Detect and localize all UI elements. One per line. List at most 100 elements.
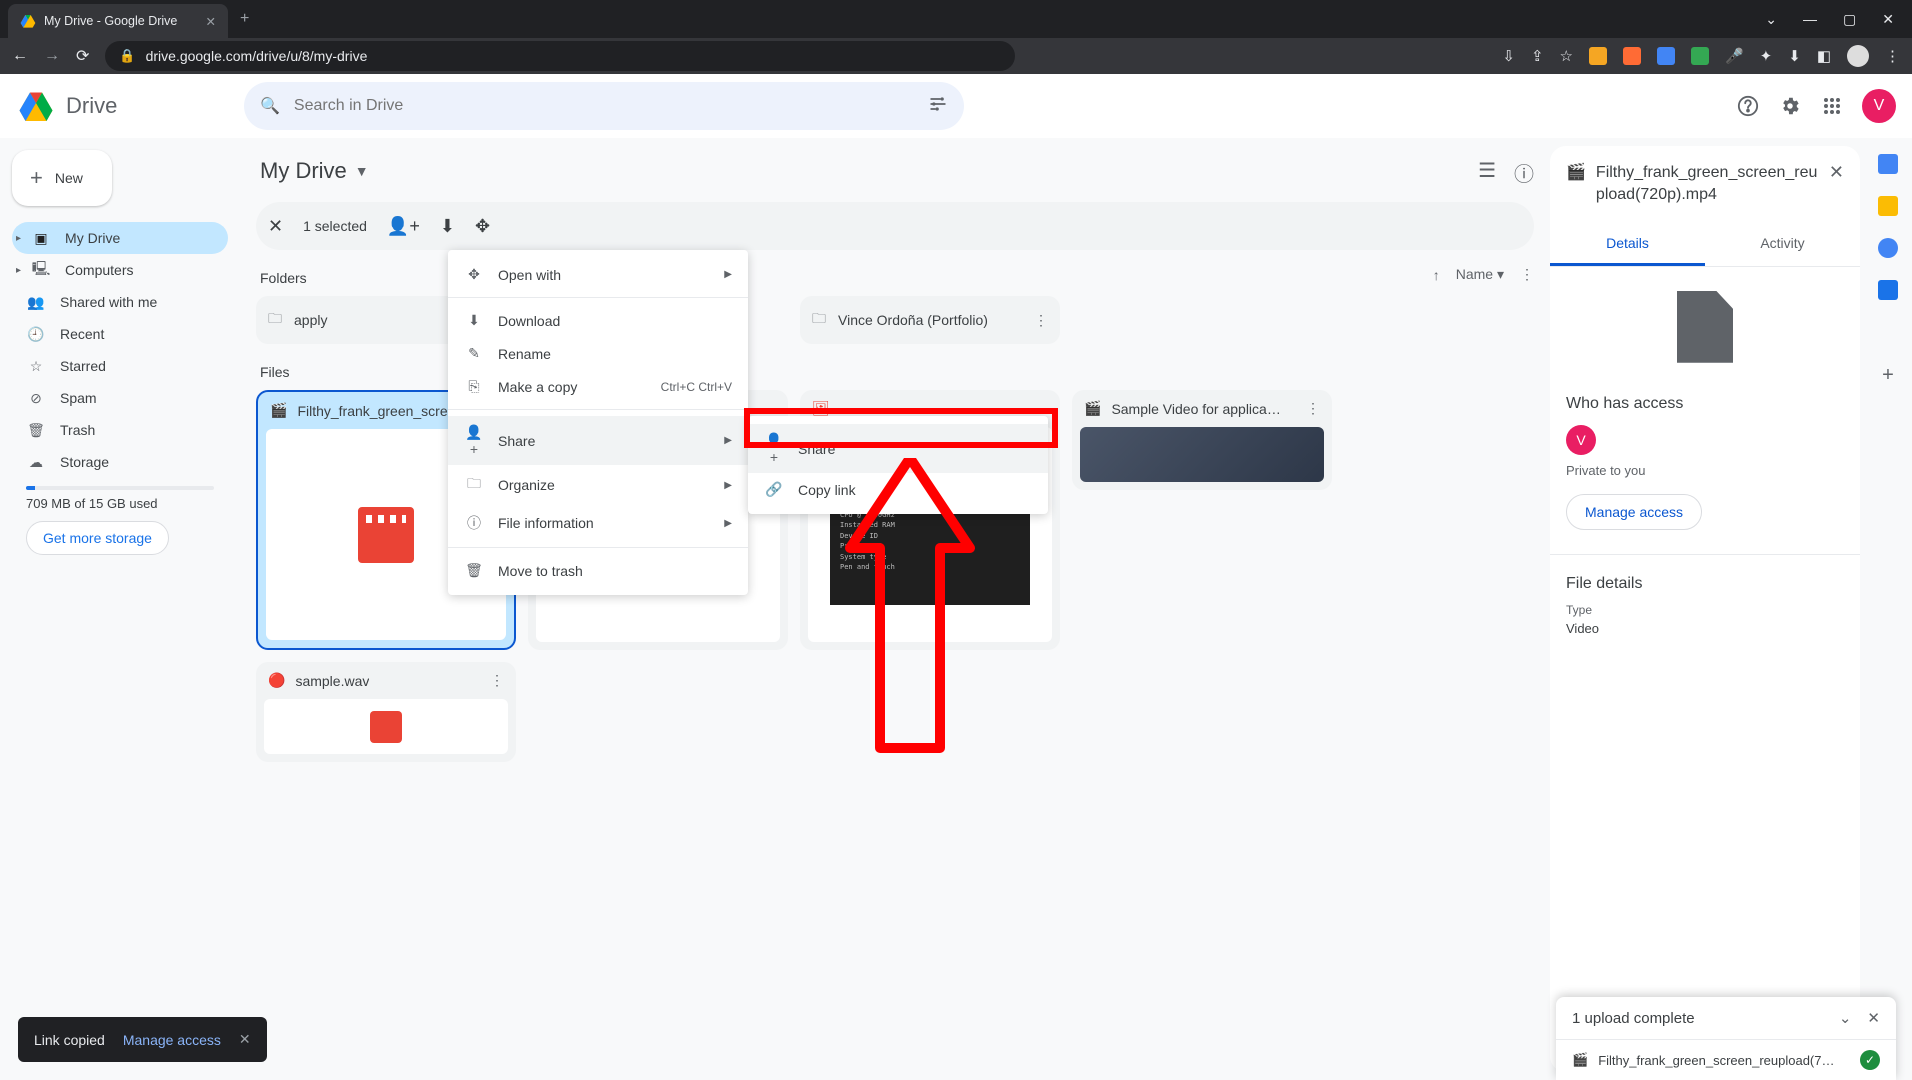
submenu-copy-link[interactable]: 🔗 Copy link (748, 473, 1048, 506)
details-tab[interactable]: Details (1550, 223, 1705, 266)
ctx-download[interactable]: ⬇ Download (448, 304, 748, 337)
folder-icon: 🗀 (812, 308, 826, 332)
drive-logo[interactable]: Drive (16, 88, 236, 124)
new-tab-button[interactable]: + (240, 10, 249, 28)
sidebar-item-recent[interactable]: 🕘 Recent (12, 318, 228, 350)
list-view-icon[interactable]: ☰ (1478, 158, 1496, 187)
download-icon: ⬇ (464, 312, 484, 329)
share-page-icon[interactable]: ⇪ (1531, 47, 1544, 65)
organize-icon: 🗀 (464, 473, 484, 497)
add-app-icon[interactable]: + (1882, 364, 1894, 387)
mic-icon[interactable]: 🎤 (1725, 47, 1744, 65)
tab-dropdown-icon[interactable]: ⌄ (1765, 11, 1777, 28)
details-preview (1550, 267, 1860, 387)
rename-icon: ✎ (464, 345, 484, 362)
search-options-icon[interactable] (928, 94, 948, 119)
move-icon[interactable]: ✥ (475, 216, 490, 237)
sidebar-item-trash[interactable]: 🗑 Trash (12, 414, 228, 446)
file-more-icon[interactable]: ⋮ (490, 672, 504, 689)
extensions-icon[interactable]: ✦ (1760, 47, 1773, 65)
share-icon[interactable]: 👤+ (387, 216, 420, 237)
folder-more-icon[interactable]: ⋮ (1034, 312, 1048, 329)
submenu-share[interactable]: 👤+ Share (748, 424, 1048, 473)
sort-direction-icon[interactable]: ↑ (1433, 267, 1440, 283)
close-upload-icon[interactable]: ✕ (1867, 1009, 1880, 1027)
url-text: drive.google.com/drive/u/8/my-drive (146, 48, 368, 64)
manage-access-button[interactable]: Manage access (1566, 494, 1702, 530)
spam-icon: ⊘ (26, 390, 46, 407)
file-card-audio[interactable]: 🔴 sample.wav ⋮ (256, 662, 516, 762)
collapse-upload-icon[interactable]: ⌄ (1839, 1009, 1852, 1027)
forward-button[interactable]: → (44, 47, 60, 65)
sidebar-item-computers[interactable]: ▸ 🖳 Computers (12, 254, 228, 286)
apps-icon[interactable] (1820, 94, 1844, 118)
sidebar-item-spam[interactable]: ⊘ Spam (12, 382, 228, 414)
sidebar-item-starred[interactable]: ☆ Starred (12, 350, 228, 382)
upload-title: 1 upload complete (1572, 1010, 1695, 1027)
search-input[interactable] (294, 97, 914, 115)
chrome-menu-icon[interactable]: ⋮ (1885, 47, 1900, 65)
calendar-app-icon[interactable] (1878, 154, 1898, 174)
ctx-move-to-trash[interactable]: 🗑 Move to trash (448, 554, 748, 587)
info-icon[interactable]: ⓘ (1514, 158, 1534, 187)
download-icon[interactable]: ⬇ (440, 216, 455, 237)
extension-icon[interactable] (1589, 47, 1607, 65)
details-filename: Filthy_frank_green_screen_reupload(720p)… (1596, 162, 1819, 207)
sidebar-item-shared[interactable]: 👥 Shared with me (12, 286, 228, 318)
file-card-video[interactable]: 🎬 Sample Video for application ⋮ (1072, 390, 1332, 490)
ctx-share[interactable]: 👤+ Share ▶ (448, 416, 748, 465)
search-box[interactable]: 🔍 (244, 82, 964, 130)
snackbar-close-icon[interactable]: ✕ (239, 1031, 251, 1048)
ctx-rename[interactable]: ✎ Rename (448, 337, 748, 370)
minimize-icon[interactable]: — (1803, 11, 1817, 28)
activity-tab[interactable]: Activity (1705, 223, 1860, 266)
tasks-app-icon[interactable] (1878, 238, 1898, 258)
ctx-organize[interactable]: 🗀 Organize ▶ (448, 465, 748, 505)
install-icon[interactable]: ⇩ (1502, 47, 1515, 65)
file-thumbnail (264, 699, 508, 754)
close-selection-icon[interactable]: ✕ (268, 216, 283, 237)
ctx-open-with[interactable]: ✥ Open with ▶ (448, 258, 748, 291)
new-button[interactable]: + New (12, 150, 112, 206)
maximize-icon[interactable]: ▢ (1843, 11, 1856, 28)
folder-card[interactable]: 🗀 Vince Ordoña (Portfolio) ⋮ (800, 296, 1060, 344)
account-avatar[interactable]: V (1862, 89, 1896, 123)
browser-tab[interactable]: My Drive - Google Drive ✕ (8, 4, 228, 38)
contacts-app-icon[interactable] (1878, 280, 1898, 300)
submenu-arrow-icon: ▶ (724, 480, 732, 491)
search-icon: 🔍 (260, 96, 280, 116)
extension-icon[interactable] (1657, 47, 1675, 65)
more-options-icon[interactable]: ⋮ (1520, 266, 1534, 283)
url-field[interactable]: 🔒 drive.google.com/drive/u/8/my-drive (105, 41, 1015, 71)
share-submenu: 👤+ Share 🔗 Copy link (748, 416, 1048, 514)
keep-app-icon[interactable] (1878, 196, 1898, 216)
image-type-icon: 🖼 (812, 400, 830, 417)
tab-close-icon[interactable]: ✕ (206, 14, 216, 29)
settings-icon[interactable] (1778, 94, 1802, 118)
file-more-icon[interactable]: ⋮ (1306, 400, 1320, 417)
close-details-icon[interactable]: ✕ (1829, 162, 1844, 183)
upload-toast: 1 upload complete ⌄ ✕ 🎬 Filthy_frank_gre… (1556, 997, 1896, 1080)
ctx-make-copy[interactable]: ⎘ Make a copy Ctrl+C Ctrl+V (448, 370, 748, 403)
ctx-file-info[interactable]: ⓘ File information ▶ (448, 505, 748, 541)
copy-icon: ⎘ (464, 378, 484, 395)
help-icon[interactable] (1736, 94, 1760, 118)
chrome-profile-avatar[interactable] (1847, 45, 1869, 67)
back-button[interactable]: ← (12, 47, 28, 65)
sidebar-item-storage[interactable]: ☁ Storage (12, 446, 228, 478)
close-window-icon[interactable]: ✕ (1882, 11, 1894, 28)
sort-by-dropdown[interactable]: Name ▾ (1456, 266, 1504, 283)
reload-button[interactable]: ⟳ (76, 46, 89, 66)
sidebar-item-my-drive[interactable]: ▸ ▣ My Drive (12, 222, 228, 254)
selection-count: 1 selected (303, 218, 367, 234)
get-storage-button[interactable]: Get more storage (26, 521, 169, 555)
side-panel-icon[interactable]: ◧ (1817, 47, 1831, 65)
snackbar-action[interactable]: Manage access (123, 1032, 221, 1048)
extension-icon[interactable] (1623, 47, 1641, 65)
context-menu: ✥ Open with ▶ ⬇ Download ✎ Rename ⎘ Make… (448, 250, 748, 595)
upload-item[interactable]: 🎬 Filthy_frank_green_screen_reupload(720… (1556, 1039, 1896, 1080)
downloads-icon[interactable]: ⬇ (1788, 47, 1801, 65)
breadcrumb[interactable]: My Drive ▼ (256, 146, 1534, 196)
bookmark-icon[interactable]: ☆ (1560, 47, 1573, 65)
extension-icon[interactable] (1691, 47, 1709, 65)
